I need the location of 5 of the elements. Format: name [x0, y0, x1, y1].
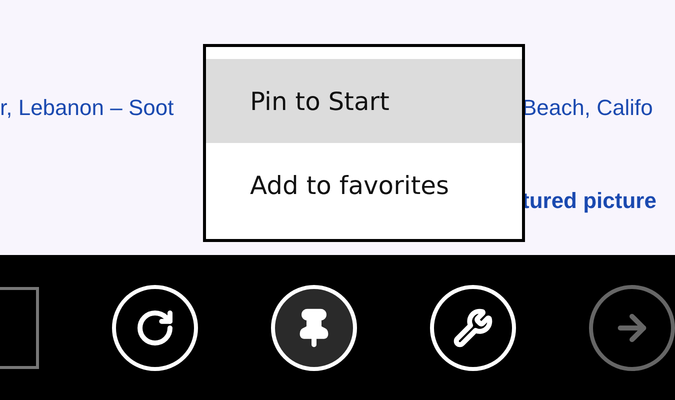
link-text[interactable]: Beach, Califo — [522, 95, 653, 162]
refresh-icon — [135, 308, 175, 348]
link-text[interactable]: r, Lebanon – Soot — [0, 95, 174, 162]
menu-item[interactable]: Pin to Start — [206, 59, 522, 143]
wrench-icon — [453, 308, 493, 348]
